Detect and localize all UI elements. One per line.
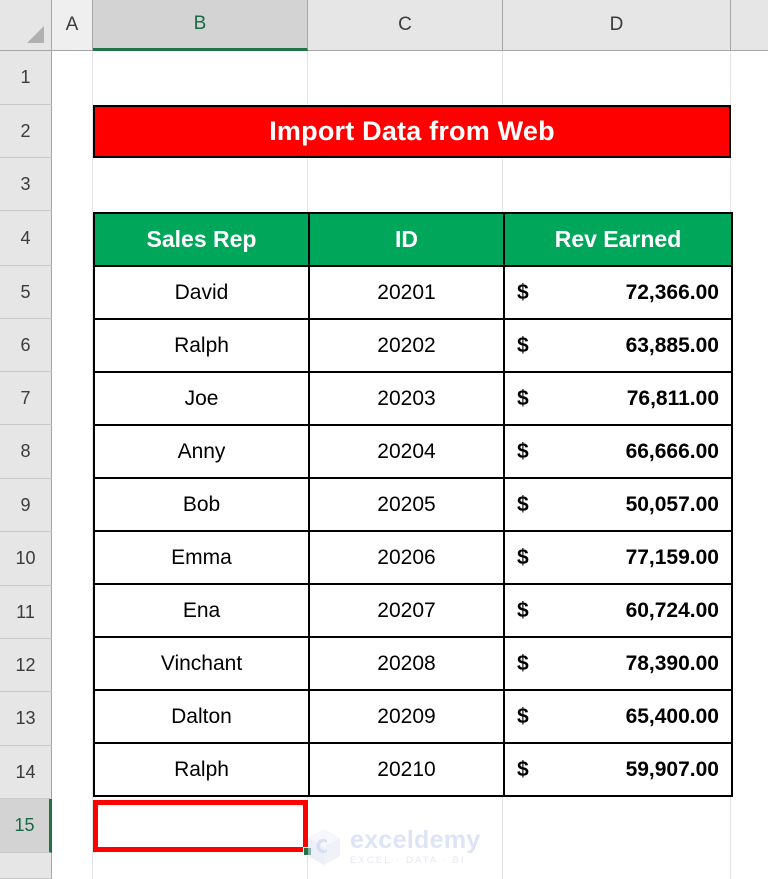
cell-sales-rep[interactable]: David bbox=[93, 265, 310, 320]
column-header-c[interactable]: C bbox=[308, 0, 503, 50]
cell-rev-earned[interactable]: $ 60,724.00 bbox=[503, 583, 733, 638]
cell-rev-earned[interactable]: $ 77,159.00 bbox=[503, 530, 733, 585]
data-table: Sales Rep ID Rev Earned David 20201 $ 72… bbox=[93, 212, 733, 797]
row-header-14[interactable]: 14 bbox=[0, 746, 52, 799]
cell-sales-rep[interactable]: Anny bbox=[93, 424, 310, 479]
cell-rev-earned[interactable]: $ 59,907.00 bbox=[503, 742, 733, 797]
page-title: Import Data from Web bbox=[269, 116, 555, 146]
currency-symbol: $ bbox=[517, 545, 529, 569]
rev-amount: 77,159.00 bbox=[625, 545, 719, 569]
rev-amount: 63,885.00 bbox=[625, 333, 719, 357]
watermark-text: exceldemy EXCEL · DATA · BI bbox=[350, 828, 481, 866]
rev-amount: 65,400.00 bbox=[625, 704, 719, 728]
cell-id[interactable]: 20208 bbox=[308, 636, 505, 691]
rev-amount: 76,811.00 bbox=[626, 386, 719, 410]
column-header-d[interactable]: D bbox=[503, 0, 731, 50]
cell-id[interactable]: 20202 bbox=[308, 318, 505, 373]
table-row[interactable]: Anny 20204 $ 66,666.00 bbox=[93, 424, 733, 479]
table-row[interactable]: Dalton 20209 $ 65,400.00 bbox=[93, 689, 733, 744]
select-all-triangle-icon bbox=[27, 26, 44, 43]
rev-amount: 72,366.00 bbox=[625, 280, 719, 304]
table-row[interactable]: Emma 20206 $ 77,159.00 bbox=[93, 530, 733, 585]
rev-amount: 78,390.00 bbox=[625, 651, 719, 675]
watermark-name: exceldemy bbox=[350, 826, 481, 855]
column-header-rev-earned[interactable]: Rev Earned bbox=[503, 212, 733, 267]
column-header-sales-rep[interactable]: Sales Rep bbox=[93, 212, 310, 267]
row-header-13[interactable]: 13 bbox=[0, 692, 52, 746]
table-row[interactable]: Joe 20203 $ 76,811.00 bbox=[93, 371, 733, 426]
row-header-10[interactable]: 10 bbox=[0, 532, 52, 586]
column-header-id[interactable]: ID bbox=[308, 212, 505, 267]
cell-rev-earned[interactable]: $ 66,666.00 bbox=[503, 424, 733, 479]
title-banner: Import Data from Web bbox=[93, 105, 731, 158]
cell-sales-rep[interactable]: Bob bbox=[93, 477, 310, 532]
cell-rev-earned[interactable]: $ 78,390.00 bbox=[503, 636, 733, 691]
table-body: David 20201 $ 72,366.00 Ralph 20202 $ 63… bbox=[93, 265, 733, 797]
table-row[interactable]: David 20201 $ 72,366.00 bbox=[93, 265, 733, 320]
currency-symbol: $ bbox=[517, 651, 529, 675]
row-header-5[interactable]: 5 bbox=[0, 266, 52, 319]
currency-symbol: $ bbox=[517, 439, 529, 463]
cell-sales-rep[interactable]: Joe bbox=[93, 371, 310, 426]
selected-cell-b15[interactable] bbox=[93, 800, 308, 852]
cell-id[interactable]: 20204 bbox=[308, 424, 505, 479]
currency-symbol: $ bbox=[517, 757, 529, 781]
currency-symbol: $ bbox=[517, 333, 529, 357]
column-header-a[interactable]: A bbox=[52, 0, 93, 50]
row-header-2[interactable]: 2 bbox=[0, 105, 52, 158]
cell-sales-rep[interactable]: Emma bbox=[93, 530, 310, 585]
cell-id[interactable]: 20205 bbox=[308, 477, 505, 532]
cell-rev-earned[interactable]: $ 63,885.00 bbox=[503, 318, 733, 373]
row-header-12[interactable]: 12 bbox=[0, 639, 52, 692]
rev-amount: 66,666.00 bbox=[625, 439, 719, 463]
currency-symbol: $ bbox=[517, 386, 529, 410]
cell-rev-earned[interactable]: $ 72,366.00 bbox=[503, 265, 733, 320]
table-row[interactable]: Ralph 20202 $ 63,885.00 bbox=[93, 318, 733, 373]
rev-amount: 59,907.00 bbox=[625, 757, 719, 781]
watermark: exceldemy EXCEL · DATA · BI bbox=[305, 827, 481, 867]
table-row[interactable]: Ena 20207 $ 60,724.00 bbox=[93, 583, 733, 638]
cell-sales-rep[interactable]: Vinchant bbox=[93, 636, 310, 691]
row-header-3[interactable]: 3 bbox=[0, 158, 52, 211]
row-header-15[interactable]: 15 bbox=[0, 799, 52, 853]
excel-worksheet: A B C D 1 2 3 4 5 6 7 8 9 10 11 12 13 14… bbox=[0, 0, 768, 879]
row-header-9[interactable]: 9 bbox=[0, 479, 52, 532]
cell-id[interactable]: 20206 bbox=[308, 530, 505, 585]
table-row[interactable]: Vinchant 20208 $ 78,390.00 bbox=[93, 636, 733, 691]
row-header-7[interactable]: 7 bbox=[0, 372, 52, 425]
row-header-16[interactable] bbox=[0, 853, 52, 879]
table-row[interactable]: Bob 20205 $ 50,057.00 bbox=[93, 477, 733, 532]
currency-symbol: $ bbox=[517, 280, 529, 304]
cell-sales-rep[interactable]: Dalton bbox=[93, 689, 310, 744]
row-header-11[interactable]: 11 bbox=[0, 586, 52, 639]
row-header-6[interactable]: 6 bbox=[0, 319, 52, 372]
cell-id[interactable]: 20209 bbox=[308, 689, 505, 744]
cell-id[interactable]: 20207 bbox=[308, 583, 505, 638]
currency-symbol: $ bbox=[517, 492, 529, 516]
row-header-4[interactable]: 4 bbox=[0, 211, 52, 266]
watermark-tagline: EXCEL · DATA · BI bbox=[350, 855, 466, 867]
cell-rev-earned[interactable]: $ 65,400.00 bbox=[503, 689, 733, 744]
currency-symbol: $ bbox=[517, 704, 529, 728]
cell-id[interactable]: 20203 bbox=[308, 371, 505, 426]
cell-rev-earned[interactable]: $ 76,811.00 bbox=[503, 371, 733, 426]
rev-amount: 60,724.00 bbox=[625, 598, 719, 622]
row-header-1[interactable]: 1 bbox=[0, 51, 52, 105]
cell-sales-rep[interactable]: Ralph bbox=[93, 742, 310, 797]
column-header-strip: A B C D bbox=[52, 0, 768, 51]
table-row[interactable]: Ralph 20210 $ 59,907.00 bbox=[93, 742, 733, 797]
column-header-b[interactable]: B bbox=[93, 0, 308, 51]
cell-sales-rep[interactable]: Ena bbox=[93, 583, 310, 638]
currency-symbol: $ bbox=[517, 598, 529, 622]
cell-id[interactable]: 20210 bbox=[308, 742, 505, 797]
cell-sales-rep[interactable]: Ralph bbox=[93, 318, 310, 373]
cell-rev-earned[interactable]: $ 50,057.00 bbox=[503, 477, 733, 532]
table-header-row: Sales Rep ID Rev Earned bbox=[93, 212, 733, 267]
row-header-8[interactable]: 8 bbox=[0, 425, 52, 479]
rev-amount: 50,057.00 bbox=[625, 492, 719, 516]
cell-id[interactable]: 20201 bbox=[308, 265, 505, 320]
fill-handle[interactable] bbox=[303, 847, 312, 856]
select-all-corner[interactable] bbox=[0, 0, 52, 51]
column-header-e[interactable] bbox=[731, 0, 768, 50]
